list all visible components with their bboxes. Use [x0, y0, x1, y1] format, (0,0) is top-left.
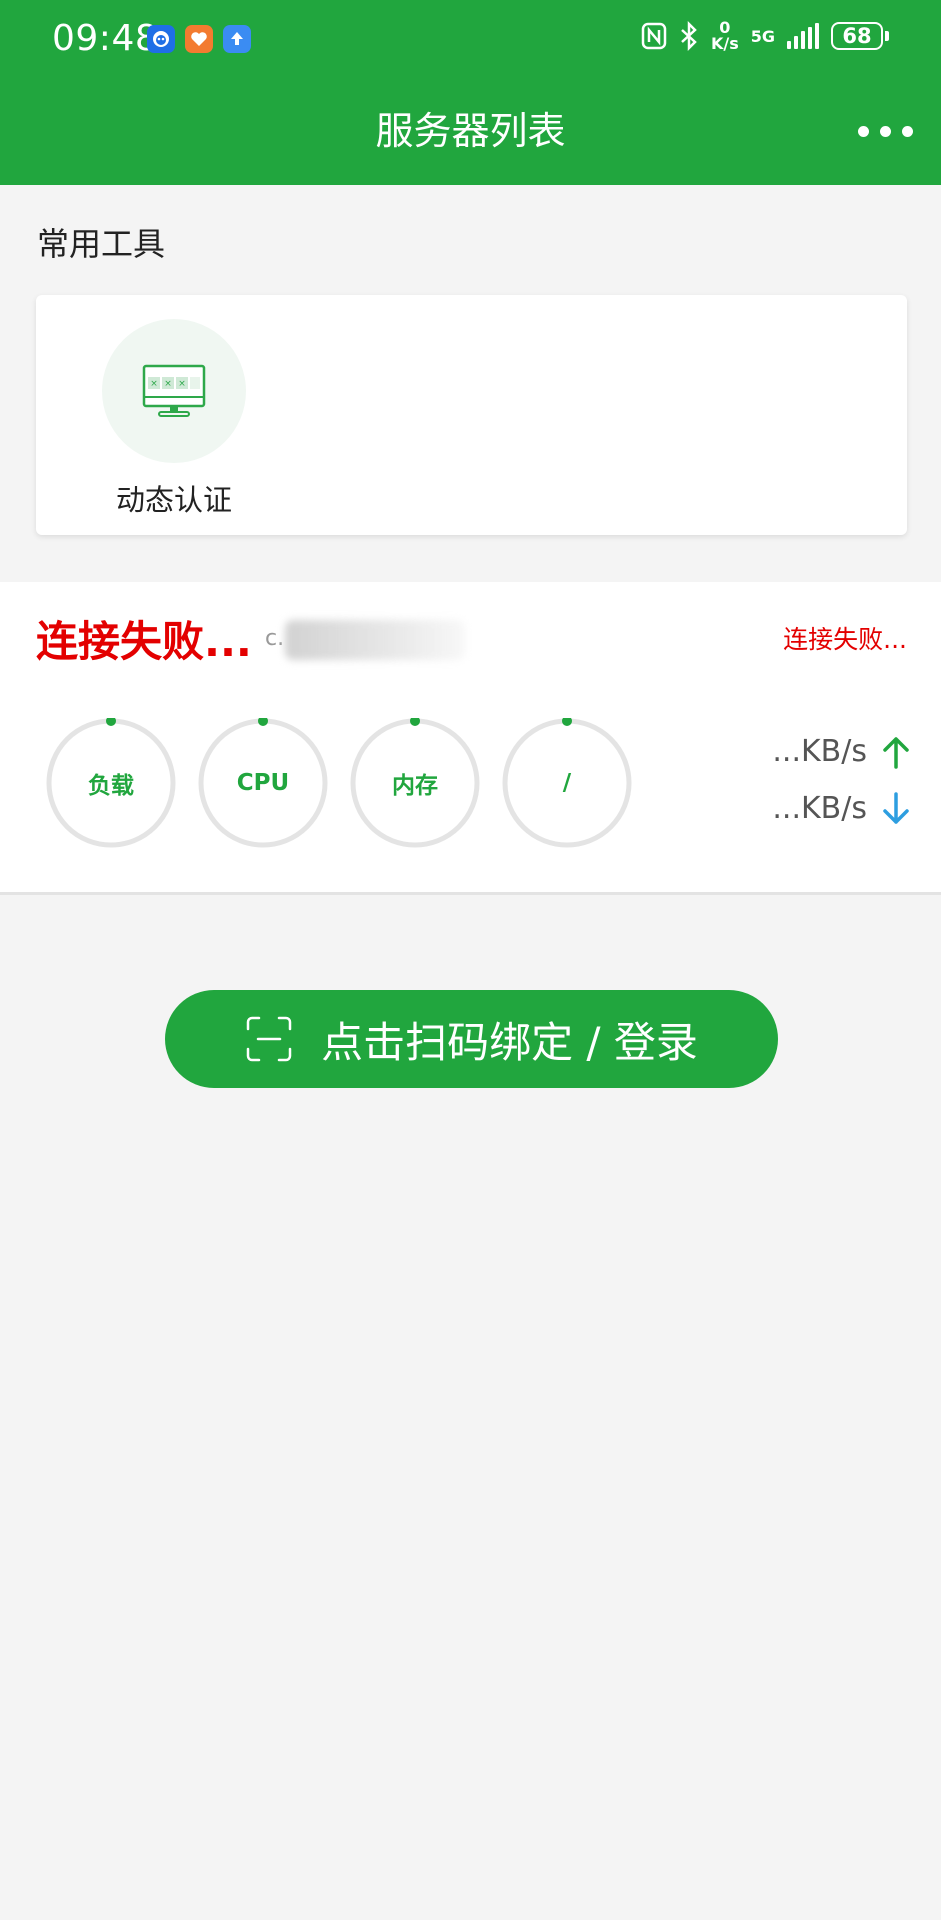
battery-level: 68: [831, 22, 883, 50]
gauge-cpu: CPU: [198, 718, 328, 848]
section-title: 常用工具: [37, 225, 166, 263]
scan-bind-login-button[interactable]: 点击扫码绑定 / 登录: [165, 990, 778, 1088]
gauges: 负载 CPU 内存 /: [46, 718, 632, 848]
health-app-icon: [185, 25, 213, 53]
server-card[interactable]: 连接失败... c. 连接失败... 负载 CPU 内存 / ...KB/s .: [0, 582, 941, 895]
gauge-label: CPU: [236, 770, 290, 796]
battery-icon: 68: [831, 22, 889, 50]
top-bar: 09:48 0 K/s 5G 68 服务器列表: [0, 0, 941, 185]
scan-icon: [246, 1016, 292, 1062]
server-host: c.: [265, 626, 285, 651]
tool-dynamic-auth[interactable]: × × × 动态认证: [94, 319, 254, 519]
network-type: 5G: [750, 26, 775, 46]
tools-card: × × × 动态认证: [36, 295, 907, 535]
gauge-memory: 内存: [350, 718, 480, 848]
status-time: 09:48: [52, 18, 159, 59]
page-title: 服务器列表: [375, 109, 566, 153]
notification-icons: [147, 25, 251, 53]
svg-text:×: ×: [150, 379, 158, 389]
arrow-up-icon: [883, 736, 909, 769]
tool-label: 动态认证: [115, 483, 232, 517]
server-host-redacted: [285, 620, 465, 660]
download-speed-row: ...KB/s: [772, 791, 911, 826]
svg-text:×: ×: [178, 379, 186, 389]
network-speed-unit: K/s: [710, 34, 739, 53]
svg-text:×: ×: [164, 379, 172, 389]
gauge-label: /: [562, 770, 572, 796]
scan-button-label: 点击扫码绑定 / 登录: [321, 1017, 698, 1067]
nfc-icon: [641, 22, 667, 50]
upload-app-icon: [223, 25, 251, 53]
network-speeds: ...KB/s ...KB/s: [772, 734, 911, 826]
network-speed: 0 K/s: [711, 20, 739, 52]
gauge-load: 负载: [46, 718, 176, 848]
gauge-disk: /: [502, 718, 632, 848]
upload-speed: ...KB/s: [772, 734, 867, 769]
upload-speed-row: ...KB/s: [772, 734, 911, 769]
monitor-password-icon: × × ×: [102, 319, 246, 463]
download-speed: ...KB/s: [772, 791, 867, 826]
tools-section: 常用工具 × × × 动态认证: [0, 185, 941, 581]
gauge-label: 负载: [88, 773, 134, 799]
gauge-label: 内存: [392, 773, 438, 799]
arrow-down-icon: [883, 791, 909, 824]
robot-app-icon: [147, 25, 175, 53]
bluetooth-icon: [681, 21, 697, 51]
server-status: 连接失败...: [36, 617, 252, 666]
more-options-icon[interactable]: [858, 126, 913, 137]
status-icons: 0 K/s 5G 68: [641, 20, 889, 52]
server-status-right: 连接失败...: [783, 625, 907, 654]
signal-icon: [787, 23, 819, 49]
